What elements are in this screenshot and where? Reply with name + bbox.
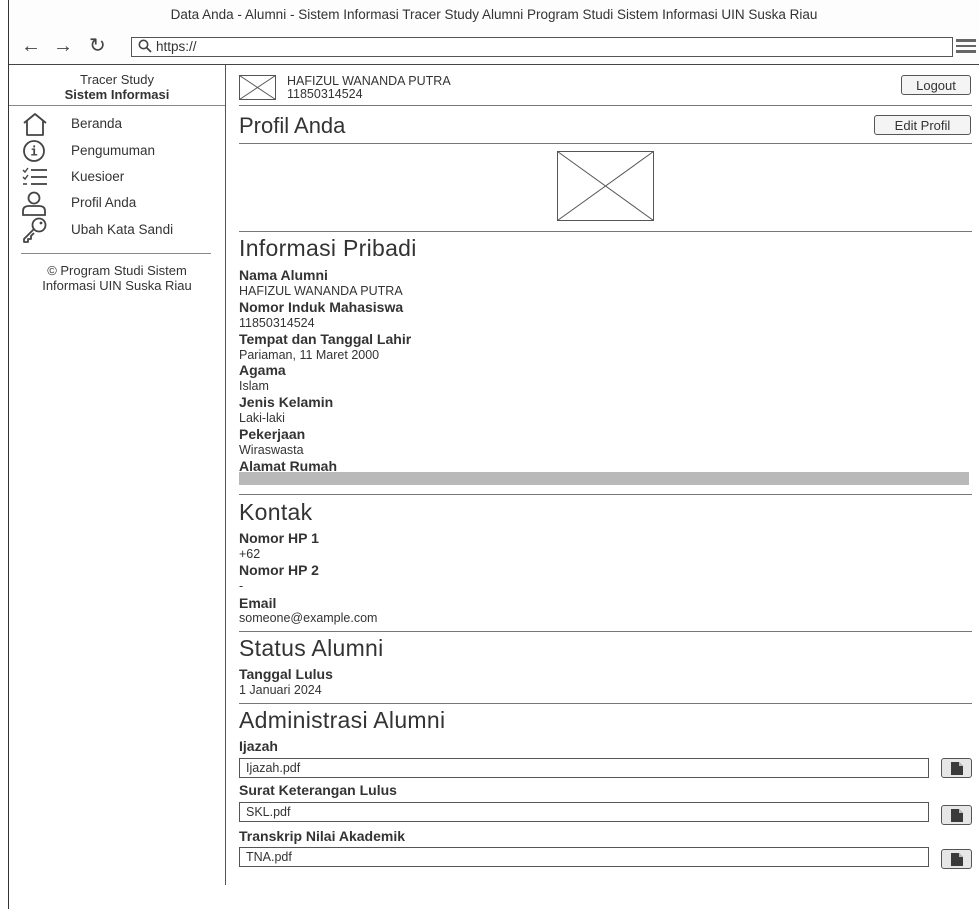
field-label: Agama	[239, 362, 286, 378]
brand: Tracer Study Sistem Informasi	[9, 65, 225, 102]
forward-arrow-icon[interactable]: →	[53, 35, 73, 57]
sidebar-item-profil[interactable]: Profil Anda	[21, 190, 221, 216]
field-label: Nomor Induk Mahasiswa	[239, 299, 404, 315]
divider	[239, 631, 972, 632]
brand-line-2: Sistem Informasi	[64, 87, 170, 102]
browser-window: Data Anda - Alumni - Sistem Informasi Tr…	[8, 0, 979, 909]
sidebar: Tracer Study Sistem Informasi Beranda i …	[9, 65, 226, 885]
field-value: 1 Januari 2024	[239, 683, 322, 697]
page-title: Profil Anda	[239, 113, 346, 138]
sidebar-item-label: Ubah Kata Sandi	[71, 222, 174, 237]
file-icon	[951, 762, 963, 775]
divider	[239, 703, 972, 704]
ijazah-file-field[interactable]: Ijazah.pdf	[239, 758, 929, 778]
user-info: HAFIZUL WANANDA PUTRA 11850314524	[287, 75, 451, 101]
url-text: https://	[156, 39, 197, 54]
tna-file-button[interactable]	[941, 849, 972, 869]
field-value: someone@example.com	[239, 611, 378, 625]
field-value: Wiraswasta	[239, 443, 304, 457]
user-id: 11850314524	[287, 87, 363, 101]
sidebar-item-label: Kuesioer	[71, 169, 125, 184]
window-title: Data Anda - Alumni - Sistem Informasi Tr…	[9, 0, 979, 31]
sidebar-item-label: Beranda	[71, 116, 123, 131]
divider	[239, 231, 972, 232]
field-value: +62	[239, 547, 261, 561]
sidebar-item-ubah-sandi[interactable]: Ubah Kata Sandi	[21, 217, 221, 243]
checklist-icon	[22, 167, 47, 185]
section-title-personal: Informasi Pribadi	[239, 235, 417, 261]
field-label: Surat Keterangan Lulus	[239, 782, 397, 798]
address-value-redacted	[239, 472, 969, 485]
field-label: Tempat dan Tanggal Lahir	[239, 331, 412, 347]
section-title-admin: Administrasi Alumni	[239, 707, 446, 733]
field-value: -	[239, 579, 244, 593]
divider	[239, 143, 972, 144]
sidebar-item-beranda[interactable]: Beranda	[21, 111, 221, 137]
field-label: Ijazah	[239, 738, 278, 754]
edit-profile-button[interactable]: Edit Profil	[874, 115, 971, 135]
section-title-status: Status Alumni	[239, 635, 384, 661]
search-icon	[138, 39, 152, 53]
field-value: Pariaman, 11 Maret 2000	[239, 348, 380, 362]
svg-text:i: i	[30, 145, 37, 159]
field-value: HAFIZUL WANANDA PUTRA	[239, 284, 403, 298]
reload-icon[interactable]: ↻	[89, 35, 106, 57]
field-label: Nama Alumni	[239, 267, 328, 283]
section-title-contact: Kontak	[239, 499, 313, 525]
field-label: Nomor HP 1	[239, 530, 319, 546]
field-value: 11850314524	[239, 316, 315, 330]
file-icon	[951, 809, 963, 822]
field-label: Pekerjaan	[239, 426, 306, 442]
profile-photo-placeholder	[557, 151, 654, 221]
divider	[239, 494, 972, 495]
sidebar-item-label: Profil Anda	[71, 195, 137, 210]
url-input[interactable]: https://	[131, 37, 953, 57]
logout-button[interactable]: Logout	[901, 75, 971, 95]
skl-file-button[interactable]	[941, 805, 972, 825]
user-avatar-placeholder	[239, 75, 276, 100]
divider	[21, 253, 211, 254]
field-label: Jenis Kelamin	[239, 394, 334, 410]
field-label: Nomor HP 2	[239, 562, 319, 578]
field-label: Email	[239, 595, 277, 611]
field-label: Transkrip Nilai Akademik	[239, 828, 405, 844]
sidebar-item-label: Pengumuman	[71, 143, 156, 158]
key-icon	[23, 217, 47, 243]
file-icon	[951, 853, 963, 866]
user-icon	[22, 191, 46, 216]
divider	[9, 105, 225, 106]
menu-icon[interactable]	[956, 39, 976, 56]
info-icon: i	[23, 140, 45, 162]
tna-file-field[interactable]: TNA.pdf	[239, 847, 929, 867]
address-bar: ← → ↻ https://	[9, 30, 979, 65]
field-value: Islam	[239, 379, 269, 393]
ijazah-file-button[interactable]	[941, 758, 972, 778]
skl-file-field[interactable]: SKL.pdf	[239, 802, 929, 822]
divider	[239, 105, 972, 106]
back-arrow-icon[interactable]: ←	[21, 35, 41, 57]
sidebar-item-pengumuman[interactable]: i Pengumuman	[21, 138, 221, 164]
field-value: Laki-laki	[239, 411, 285, 425]
sidebar-item-kuesioer[interactable]: Kuesioer	[21, 164, 221, 190]
field-label: Tanggal Lulus	[239, 666, 333, 682]
footer-copyright: © Program Studi Sistem Informasi UIN Sus…	[42, 263, 192, 293]
home-icon	[23, 113, 47, 136]
brand-line-1: Tracer Study	[80, 72, 154, 87]
